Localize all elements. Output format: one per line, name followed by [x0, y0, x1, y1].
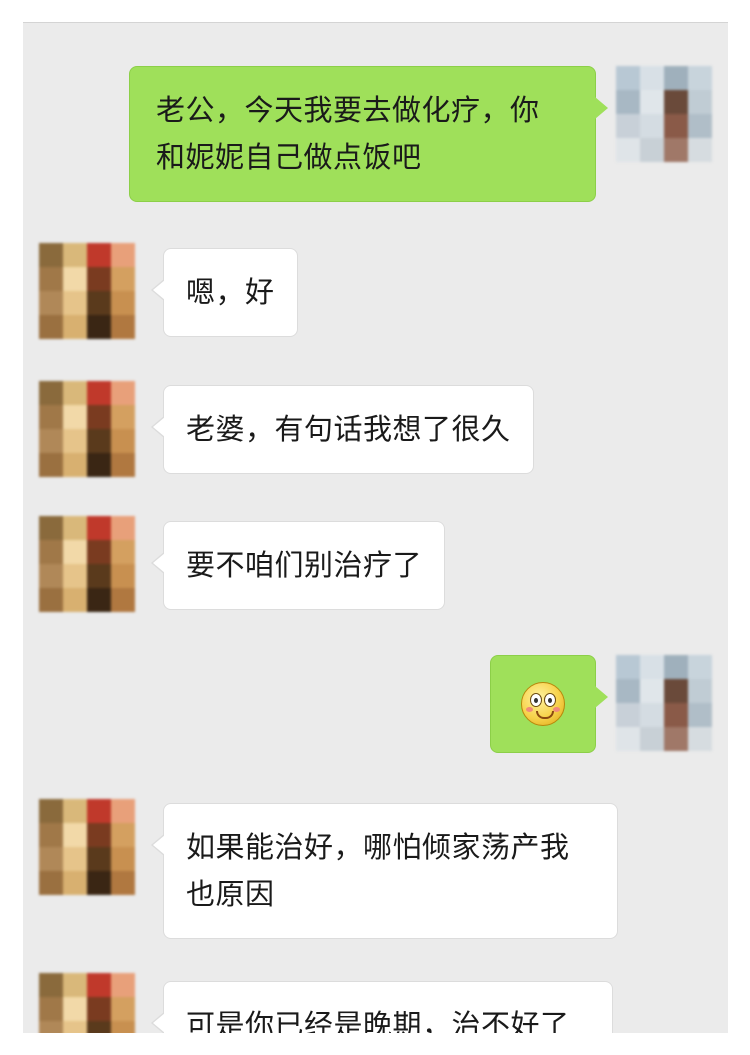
message-bubble-incoming[interactable]: 可是你已经是晚期，治不好了: [151, 981, 613, 1033]
contact-avatar[interactable]: [39, 973, 135, 1033]
contact-avatar[interactable]: [39, 516, 135, 612]
message-bubble-outgoing[interactable]: [490, 655, 608, 753]
message-bubble-incoming[interactable]: 如果能治好，哪怕倾家荡产我 也原因: [151, 803, 618, 939]
chat-view[interactable]: 老公，今天我要去做化疗，你 和妮妮自己做点饭吧 嗯，好 老婆，有句话我想了很久 …: [23, 22, 728, 1033]
self-avatar[interactable]: [616, 66, 712, 162]
contact-avatar[interactable]: [39, 381, 135, 477]
message-bubble-incoming[interactable]: 要不咱们别治疗了: [150, 521, 446, 610]
message-bubble-incoming[interactable]: 老婆，有句话我想了很久: [151, 385, 534, 474]
message-text: 要不咱们别治疗了: [186, 548, 423, 582]
message-text: 老公，今天我要去做化疗，你 和妮妮自己做点饭吧: [156, 93, 540, 174]
embarrassed-face-emoji-icon: [521, 682, 565, 726]
message-bubble-outgoing[interactable]: 老公，今天我要去做化疗，你 和妮妮自己做点饭吧: [129, 66, 608, 202]
message-bubble-incoming[interactable]: 嗯，好: [151, 248, 298, 337]
contact-avatar[interactable]: [39, 243, 135, 339]
message-text: 老婆，有句话我想了很久: [186, 412, 511, 446]
message-text: 可是你已经是晚期，治不好了: [186, 1008, 570, 1033]
self-avatar[interactable]: [616, 655, 712, 751]
contact-avatar[interactable]: [39, 799, 135, 895]
message-text: 如果能治好，哪怕倾家荡产我 也原因: [186, 830, 570, 911]
message-text: 嗯，好: [186, 275, 275, 309]
